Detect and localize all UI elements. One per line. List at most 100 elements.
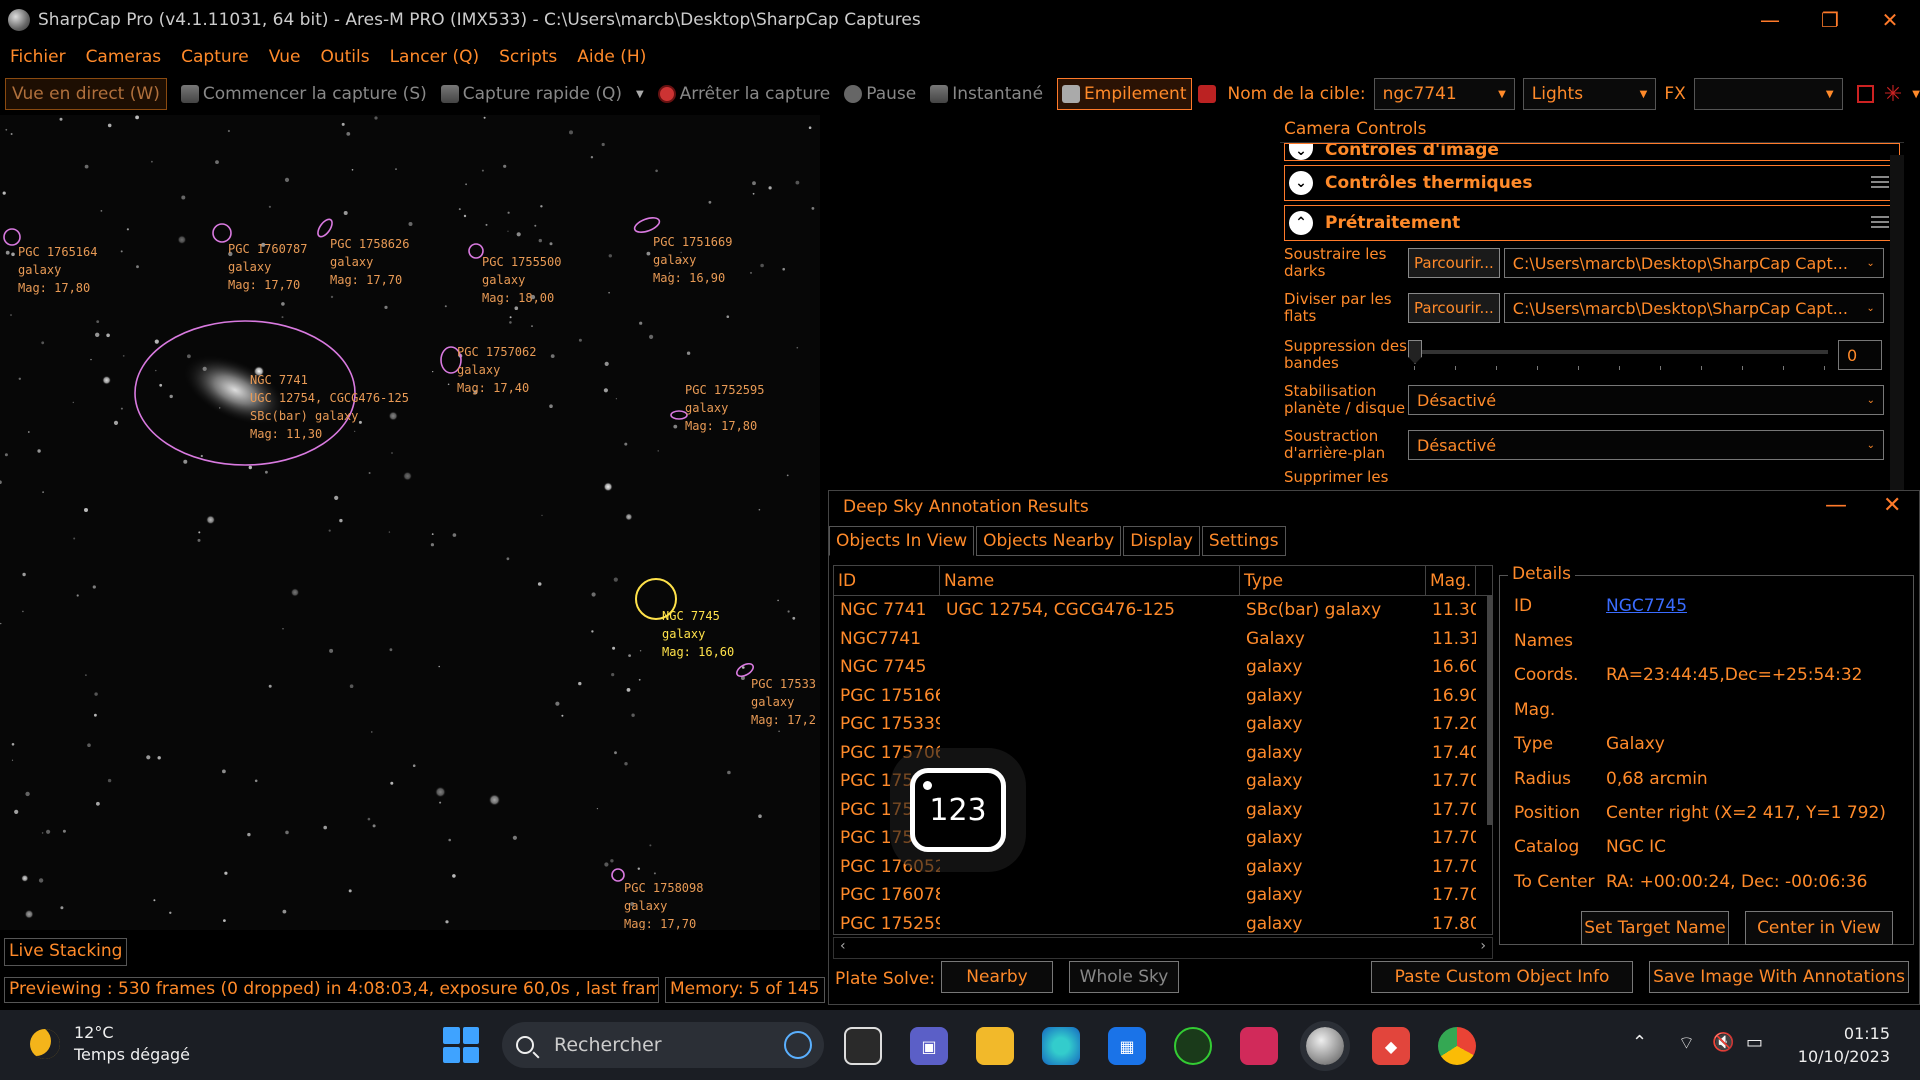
paste-custom-object-button[interactable]: Paste Custom Object Info <box>1371 961 1633 993</box>
objects-table[interactable]: ID Name Type Mag. NGC 7741 UGC 12754, CGC… <box>833 565 1493 935</box>
slider-handle[interactable] <box>1408 340 1422 364</box>
target-name-combo[interactable]: ngc7741 ▼ <box>1373 78 1515 110</box>
touch-keyboard-overlay-icon[interactable]: 123 <box>910 768 1006 852</box>
teams-icon[interactable]: ▣ <box>910 1027 948 1065</box>
plate-solve-whole-sky-button[interactable]: Whole Sky <box>1069 961 1179 993</box>
menu-fichier[interactable]: Fichier <box>10 47 66 67</box>
chevron-down-icon[interactable]: ▼ <box>1912 89 1920 100</box>
edge-icon[interactable] <box>1042 1027 1080 1065</box>
live-view-button[interactable]: Vue en direct (W) <box>5 78 167 110</box>
table-row[interactable]: PGC 175166 galaxy 16.90 <box>834 682 1492 711</box>
column-mag[interactable]: Mag. <box>1426 566 1476 595</box>
minimize-icon[interactable]: — <box>1740 0 1800 40</box>
menu-capture[interactable]: Capture <box>181 47 249 67</box>
system-clock[interactable]: 01:15 10/10/2023 <box>1790 1022 1890 1068</box>
section-preprocessing[interactable]: ⌃ Prétraitement <box>1284 205 1900 241</box>
table-row[interactable]: NGC 7741 UGC 12754, CGCG476-125 SBc(bar) g… <box>834 596 1492 625</box>
menu-scripts[interactable]: Scripts <box>499 47 557 67</box>
table-row[interactable]: NGC7741 Galaxy 11.31 <box>834 625 1492 654</box>
chevron-down-icon: ⌄ <box>1289 171 1313 195</box>
start-capture-button[interactable]: Commencer la capture (S) <box>180 78 427 110</box>
flats-label: Diviser par les flats <box>1284 290 1392 325</box>
fx-combo[interactable]: ▼ <box>1693 78 1843 110</box>
cell-type: galaxy <box>1246 856 1303 877</box>
column-name[interactable]: Name <box>940 566 1240 595</box>
table-row[interactable]: PGC 176052 galaxy 17.70 <box>834 853 1492 882</box>
live-view-label: Vue en direct (W) <box>12 84 160 104</box>
stacking-button[interactable]: Empilement <box>1057 78 1192 110</box>
chevron-down-icon: ▼ <box>1498 88 1506 100</box>
star <box>14 809 19 815</box>
capture-image-view[interactable]: PGC 1765164 galaxy Mag: 17,80 PGC 176078… <box>0 115 820 930</box>
anydesk-icon[interactable]: ◆ <box>1372 1027 1410 1065</box>
chevron-right-icon[interactable]: › <box>1480 938 1486 954</box>
snapshot-button[interactable]: Instantané <box>930 78 1043 110</box>
menu-cameras[interactable]: Cameras <box>86 47 162 67</box>
table-row[interactable]: PGC 175706 galaxy 17.40 <box>834 739 1492 768</box>
tab-display[interactable]: Display <box>1123 526 1200 556</box>
tab-settings[interactable]: Settings <box>1201 526 1286 556</box>
background-combo[interactable]: Désactivé ⌄ <box>1408 430 1884 460</box>
file-explorer-icon[interactable] <box>976 1027 1014 1065</box>
frame-type-combo[interactable]: Lights ▼ <box>1522 78 1657 110</box>
column-id[interactable]: ID <box>834 566 940 595</box>
chevron-left-icon[interactable]: ‹ <box>840 938 846 954</box>
battery-icon[interactable]: ▭ <box>1746 1032 1763 1053</box>
table-vertical-scrollbar[interactable] <box>1487 595 1493 825</box>
set-target-name-button[interactable]: Set Target Name <box>1581 911 1729 945</box>
stop-capture-button[interactable]: Arrêter la capture <box>657 78 830 110</box>
section-thermal-controls[interactable]: ⌄ Contrôles thermiques <box>1284 165 1900 201</box>
save-image-annotations-button[interactable]: Save Image With Annotations <box>1649 961 1909 993</box>
table-row[interactable]: NGC 7745 galaxy 16.60 <box>834 653 1492 682</box>
chevron-down-icon[interactable]: ▼ <box>636 89 644 100</box>
menu-outils[interactable]: Outils <box>320 47 369 67</box>
volume-mute-icon[interactable]: 🔇 <box>1712 1032 1734 1053</box>
taskbar-search[interactable]: Rechercher <box>502 1022 824 1068</box>
plate-solve-nearby-button[interactable]: Nearby <box>941 961 1053 993</box>
table-horizontal-scrollbar[interactable]: ‹ › <box>833 937 1493 959</box>
stabilization-combo[interactable]: Désactivé ⌄ <box>1408 385 1884 415</box>
menu-vue[interactable]: Vue <box>269 47 301 67</box>
table-row[interactable]: PGC 175339 galaxy 17.20 <box>834 710 1492 739</box>
flats-browse-button[interactable]: Parcourir... <box>1408 293 1500 323</box>
weather-widget[interactable]: 12°C Temps dégagé <box>30 1022 190 1066</box>
chevron-up-icon[interactable]: ⌃ <box>1632 1032 1647 1053</box>
minimize-icon[interactable]: — <box>1825 493 1847 518</box>
darks-browse-button[interactable]: Parcourir... <box>1408 248 1500 278</box>
close-icon[interactable]: ✕ <box>1883 493 1901 518</box>
sharpcap-taskbar-icon[interactable] <box>1300 1021 1350 1071</box>
pause-button[interactable]: Pause <box>844 78 916 110</box>
task-view-icon[interactable] <box>844 1027 882 1065</box>
start-button[interactable] <box>443 1027 479 1063</box>
chrome-icon[interactable] <box>1438 1027 1476 1065</box>
flats-path-combo[interactable]: C:\Users\marcb\Desktop\SharpCap Capt... ⌄ <box>1503 293 1884 323</box>
table-row[interactable]: PGC 175259 galaxy 17.80 <box>834 910 1492 935</box>
store-icon[interactable]: ▦ <box>1108 1027 1146 1065</box>
quick-capture-button[interactable]: Capture rapide (Q) ▼ <box>440 78 644 110</box>
reticle-icon[interactable] <box>1856 85 1874 103</box>
menu-aide[interactable]: Aide (H) <box>577 47 646 67</box>
wifi-icon[interactable]: ⌔ <box>1678 1032 1695 1055</box>
table-row[interactable]: PGC 176078 galaxy 17.70 <box>834 881 1492 910</box>
section-image-controls[interactable]: ⌄ Contrôles d'image <box>1284 143 1900 161</box>
center-in-view-button[interactable]: Center in View <box>1745 911 1893 945</box>
detail-id-link[interactable]: NGC7745 <box>1606 596 1687 616</box>
close-icon[interactable]: ✕ <box>1860 0 1920 40</box>
menu-lancer[interactable]: Lancer (Q) <box>390 47 480 67</box>
banding-slider[interactable] <box>1408 340 1828 370</box>
hamburger-icon[interactable] <box>1871 216 1889 228</box>
darks-path-combo[interactable]: C:\Users\marcb\Desktop\SharpCap Capt... ⌄ <box>1503 248 1884 278</box>
tab-objects-nearby[interactable]: Objects Nearby <box>976 526 1122 556</box>
stellarium-icon[interactable] <box>1240 1027 1278 1065</box>
hamburger-icon[interactable] <box>1871 176 1889 188</box>
tab-objects-in-view[interactable]: Objects In View <box>829 526 975 556</box>
phd-guiding-icon[interactable] <box>1174 1027 1212 1065</box>
restore-icon[interactable]: ❐ <box>1800 0 1860 40</box>
live-stacking-tab[interactable]: Live Stacking <box>4 938 128 966</box>
banding-value-input[interactable]: 0 <box>1838 340 1882 370</box>
record-toggle[interactable] <box>1197 78 1220 110</box>
column-type[interactable]: Type <box>1240 566 1426 595</box>
crosshair-icon[interactable]: ✳ <box>1884 82 1902 107</box>
panel-scrollbar[interactable] <box>1890 155 1904 490</box>
cell-type: galaxy <box>1246 657 1303 678</box>
